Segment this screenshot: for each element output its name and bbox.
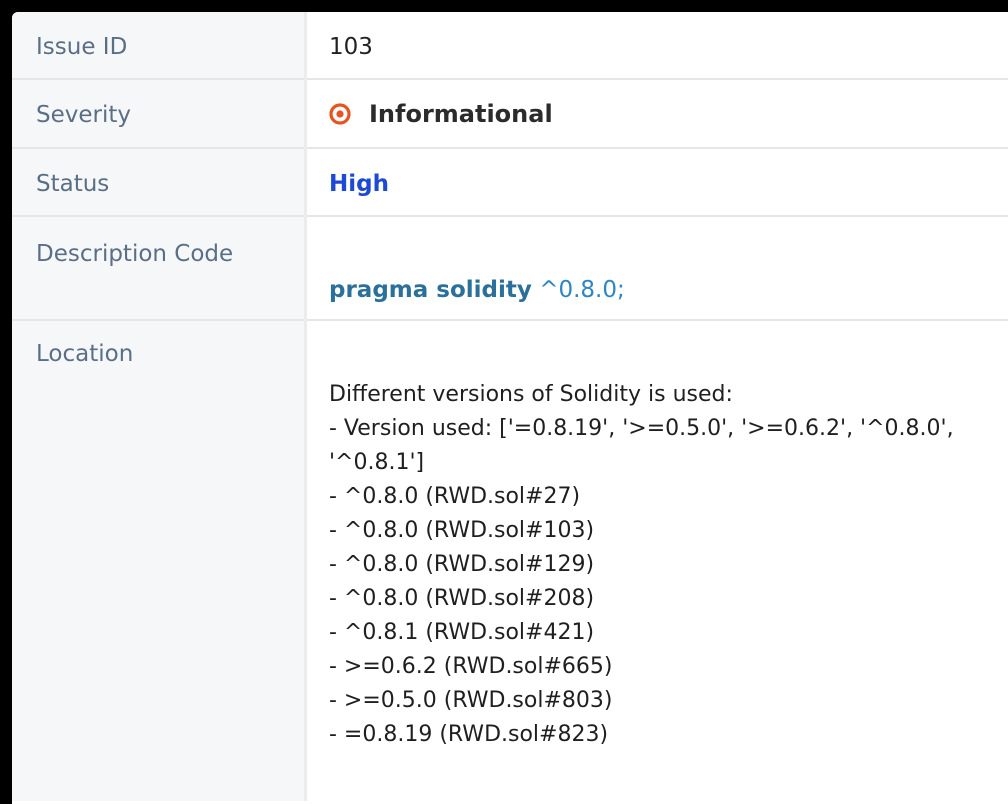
location-line: - ^0.8.0 (RWD.sol#129) xyxy=(329,552,595,577)
status-value: High xyxy=(329,171,389,197)
issue-id-value-cell: 103 xyxy=(305,12,1008,80)
location-line: - >=0.6.2 (RWD.sol#665) xyxy=(329,654,613,679)
description-code-value-cell: pragma solidity ^0.8.0; xyxy=(305,216,1008,321)
severity-label: Severity xyxy=(36,102,131,128)
issue-id-label-cell: Issue ID xyxy=(12,12,307,80)
location-line: - ^0.8.0 (RWD.sol#208) xyxy=(329,586,595,611)
issue-details-table: Issue ID 103 Severity Informational Stat… xyxy=(12,12,1008,801)
location-line: - ^0.8.1 (RWD.sol#421) xyxy=(329,620,595,645)
location-line: - =0.8.19 (RWD.sol#823) xyxy=(329,722,609,747)
severity-label-cell: Severity xyxy=(12,79,307,149)
issue-details-panel: Issue ID 103 Severity Informational Stat… xyxy=(12,12,1008,804)
issue-id-row: Issue ID 103 xyxy=(12,12,1008,80)
target-circle-icon xyxy=(329,103,351,125)
pragma-code-line: pragma solidity ^0.8.0; xyxy=(307,217,1008,303)
status-label-cell: Status xyxy=(12,148,307,217)
location-label-cell: Location xyxy=(12,320,307,801)
description-code-row: Description Code pragma solidity ^0.8.0; xyxy=(12,216,1008,321)
description-code-label: Description Code xyxy=(36,241,234,267)
location-line: - ^0.8.0 (RWD.sol#103) xyxy=(329,518,595,543)
location-row: Location Different versions of Solidity … xyxy=(12,320,1008,801)
location-value-cell: Different versions of Solidity is used: … xyxy=(305,320,1008,801)
issue-id-label: Issue ID xyxy=(36,34,128,60)
location-label: Location xyxy=(36,341,134,367)
pragma-keyword: pragma solidity xyxy=(329,277,532,303)
location-line: - >=0.5.0 (RWD.sol#803) xyxy=(329,688,613,713)
location-line: '^0.8.1'] xyxy=(329,450,425,475)
status-label: Status xyxy=(36,171,110,197)
pragma-version: ^0.8.0; xyxy=(539,277,625,303)
location-line: Different versions of Solidity is used: xyxy=(329,382,733,407)
severity-value: Informational xyxy=(369,100,553,128)
location-line: - Version used: ['=0.8.19', '>=0.5.0', '… xyxy=(329,416,954,441)
status-row: Status High xyxy=(12,148,1008,217)
location-text-block: Different versions of Solidity is used: … xyxy=(307,321,989,752)
severity-row: Severity Informational xyxy=(12,79,1008,149)
issue-id-value: 103 xyxy=(329,34,373,60)
location-line: - ^0.8.0 (RWD.sol#27) xyxy=(329,484,581,509)
description-code-label-cell: Description Code xyxy=(12,216,307,321)
status-value-cell: High xyxy=(305,148,1008,217)
severity-value-wrap: Informational xyxy=(307,80,1008,128)
severity-value-cell: Informational xyxy=(305,79,1008,149)
